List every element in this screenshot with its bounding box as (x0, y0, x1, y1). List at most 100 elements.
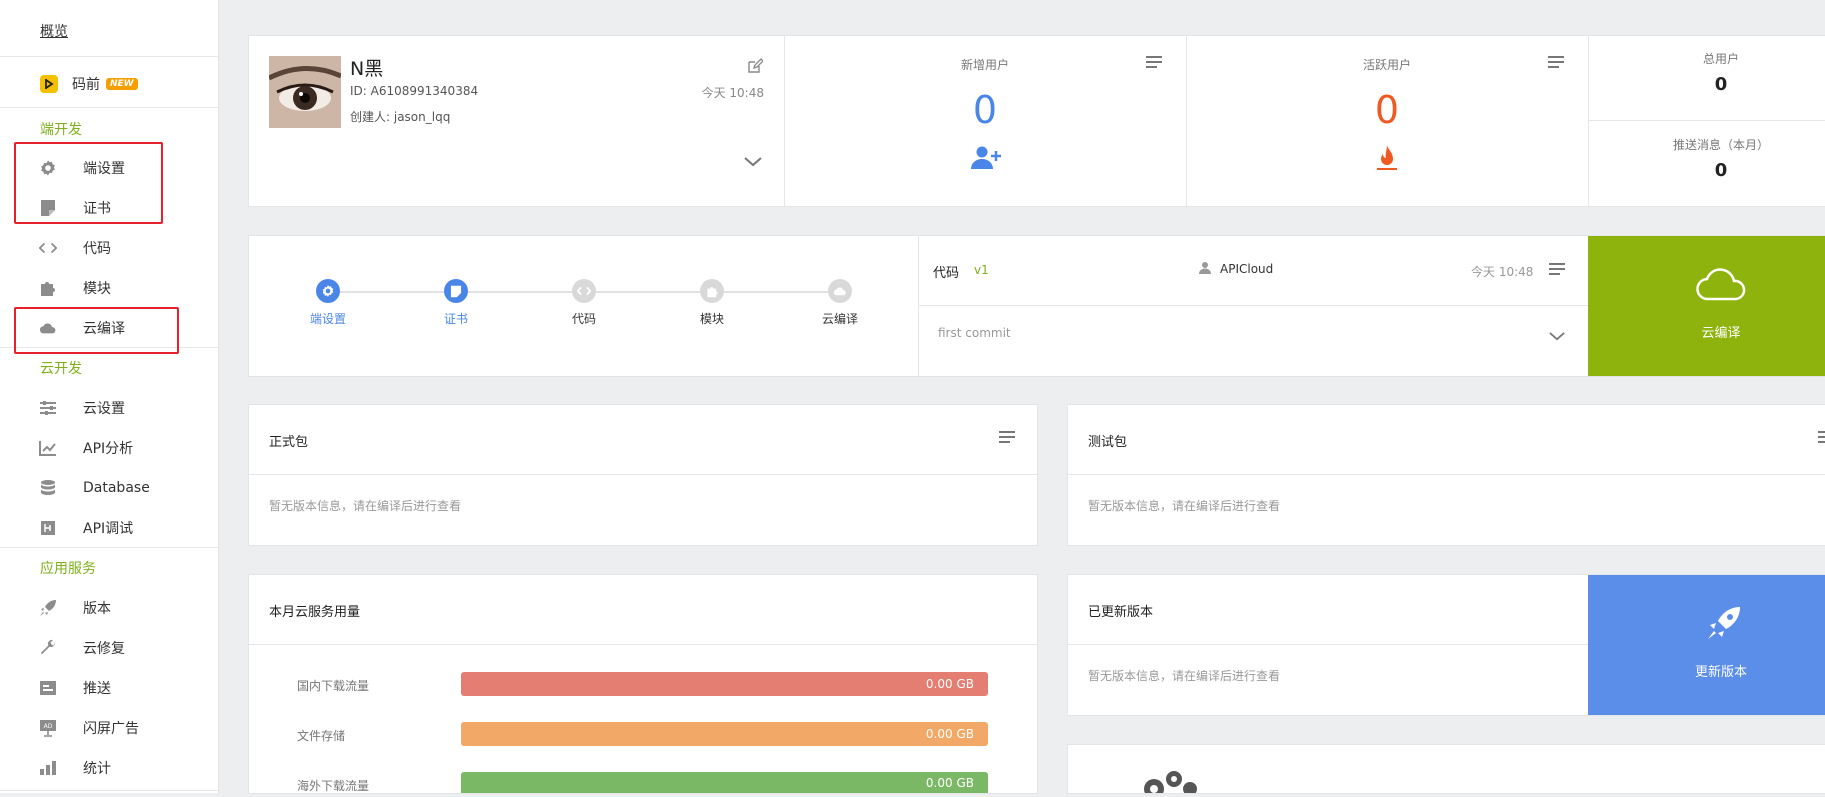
sidebar-item-label: 闪屏广告 (83, 721, 139, 737)
sidebar-item-label: API分析 (83, 441, 134, 457)
sidebar-item-label: 云设置 (83, 401, 125, 417)
highlight-box-cloud-compile (14, 307, 179, 354)
code-label: 代码 (933, 266, 960, 281)
gear-icon (316, 279, 340, 303)
new-users-label: 新增用户 (960, 58, 1009, 72)
usage-bar-value: 0.00 GB (925, 775, 974, 790)
sidebar-item-overview[interactable]: 概览 (0, 16, 218, 46)
step-label: 代码 (571, 312, 596, 326)
release-package-empty: 暂无版本信息，请在编译后进行查看 (269, 499, 462, 513)
sidebar-item-splash-ad[interactable]: AD 闪屏广告 (0, 716, 218, 740)
code-icon (572, 279, 596, 303)
sidebar-item-push[interactable]: 推送 (0, 676, 218, 700)
total-users-label: 总用户 (1702, 52, 1739, 66)
sidebar-item-cloud-settings[interactable]: 云设置 (0, 396, 218, 420)
sidebar-item-label: API调试 (83, 521, 134, 537)
step-label: 云编译 (821, 312, 858, 326)
release-package-title: 正式包 (269, 435, 309, 450)
test-package-empty: 暂无版本信息，请在编译后进行查看 (1088, 499, 1281, 513)
totals-panel: 总用户 0 推送消息（本月） 0 (1588, 36, 1825, 206)
total-users-value: 0 (1714, 74, 1728, 95)
push-month-value: 0 (1714, 160, 1728, 181)
step-client-settings[interactable]: 端设置 (288, 279, 368, 327)
mafront-label: 码前 (72, 77, 100, 93)
code-panel: 代码 v1 APICloud 今天 10:48 first commit (918, 236, 1588, 376)
new-users-value: 0 (972, 88, 998, 132)
app-name: N黑 (350, 58, 384, 80)
sliders-icon (39, 399, 57, 417)
step-certificate[interactable]: 证书 (416, 279, 496, 327)
active-users-label: 活跃用户 (1362, 58, 1411, 72)
card-divider (1068, 644, 1588, 645)
sidebar-item-statistics[interactable]: 统计 (0, 756, 218, 780)
push-month-label: 推送消息（本月） (1672, 138, 1769, 152)
sidebar-item-api-debug[interactable]: API调试 (0, 516, 218, 540)
usage-bar-value: 0.00 GB (925, 727, 974, 741)
chevron-down-icon[interactable] (744, 156, 762, 171)
sidebar-item-label: 模块 (83, 281, 111, 297)
usage-bar-storage: 0.00 GB (461, 722, 988, 746)
fire-icon (1376, 144, 1398, 174)
menu-icon[interactable] (1818, 431, 1825, 443)
test-package-card: 测试包 暂无版本信息，请在编译后进行查看 (1068, 405, 1825, 545)
app-id: ID: A6108991340384 (350, 84, 479, 98)
update-version-label: 更新版本 (1694, 665, 1747, 680)
code-time: 今天 10:48 (1471, 265, 1534, 279)
sidebar-item-label: Database (83, 480, 150, 496)
svg-text:AD: AD (44, 723, 53, 730)
sidebar-item-version[interactable]: 版本 (0, 596, 218, 620)
wrench-icon (39, 639, 57, 657)
sidebar-item-code[interactable]: 代码 (0, 236, 218, 260)
code-divider (918, 305, 1588, 306)
menu-icon[interactable] (1548, 56, 1564, 68)
update-version-button[interactable]: 更新版本 (1588, 575, 1825, 715)
edit-icon[interactable] (747, 58, 764, 78)
test-package-title: 测试包 (1088, 435, 1128, 450)
debug-icon (39, 519, 57, 537)
sidebar-item-mafront[interactable]: 码前 NEW (0, 72, 218, 96)
sidebar-item-api-analysis[interactable]: API分析 (0, 436, 218, 460)
updated-version-title: 已更新版本 (1088, 605, 1154, 620)
sidebar-divider (0, 547, 218, 548)
cloud-compile-button[interactable]: 云编译 (1588, 236, 1825, 376)
workflow-card: 端设置 证书 代码 模块 云编译 代码 v1 APICloud 今天 10:48… (249, 236, 1825, 376)
step-code[interactable]: 代码 (544, 279, 624, 327)
new-badge: NEW (106, 78, 138, 90)
menu-icon[interactable] (1146, 56, 1162, 68)
chevron-down-icon[interactable] (1549, 330, 1565, 345)
step-label: 端设置 (309, 312, 346, 326)
ad-icon: AD (39, 719, 57, 737)
sidebar-item-label: 统计 (83, 761, 111, 777)
commit-message: first commit (938, 326, 1011, 340)
bottom-card (1068, 745, 1825, 797)
code-version: v1 (974, 263, 989, 277)
step-cloud-compile[interactable]: 云编译 (800, 279, 880, 327)
certificate-icon (444, 279, 468, 303)
sidebar-divider (0, 56, 218, 57)
usage-bar-overseas: 0.00 GB (461, 772, 988, 793)
step-modules[interactable]: 模块 (672, 279, 752, 327)
push-icon (39, 679, 57, 697)
cloud-usage-title: 本月云服务用量 (269, 605, 361, 620)
menu-icon[interactable] (1549, 263, 1565, 275)
section-title-cloud-dev: 云开发 (40, 361, 82, 377)
sidebar-item-label: 云修复 (83, 641, 125, 657)
code-icon (39, 239, 57, 257)
highlight-box-settings-certificate (14, 142, 163, 224)
puzzle-icon (700, 279, 724, 303)
app-creator: 创建人: jason_lqq (350, 110, 451, 124)
sidebar-item-modules[interactable]: 模块 (0, 276, 218, 300)
usage-bar-domestic: 0.00 GB (461, 672, 988, 696)
sidebar-item-database[interactable]: Database (0, 476, 218, 500)
code-author: APICloud (1220, 262, 1274, 276)
sidebar: 概览 码前 NEW 端开发 端设置 证书 代码 模块 云编译 云开发 云设置 A… (0, 0, 219, 793)
totals-divider (1588, 120, 1825, 121)
line-chart-icon (39, 439, 57, 457)
menu-icon[interactable] (999, 431, 1015, 443)
updated-version-card: 已更新版本 暂无版本信息，请在编译后进行查看 更新版本 (1068, 575, 1825, 715)
sidebar-item-label: 代码 (83, 241, 111, 257)
app-updated-time: 今天 10:48 (701, 86, 764, 100)
sidebar-item-cloud-fix[interactable]: 云修复 (0, 636, 218, 660)
card-divider (249, 644, 1037, 645)
add-user-icon (970, 146, 1002, 174)
